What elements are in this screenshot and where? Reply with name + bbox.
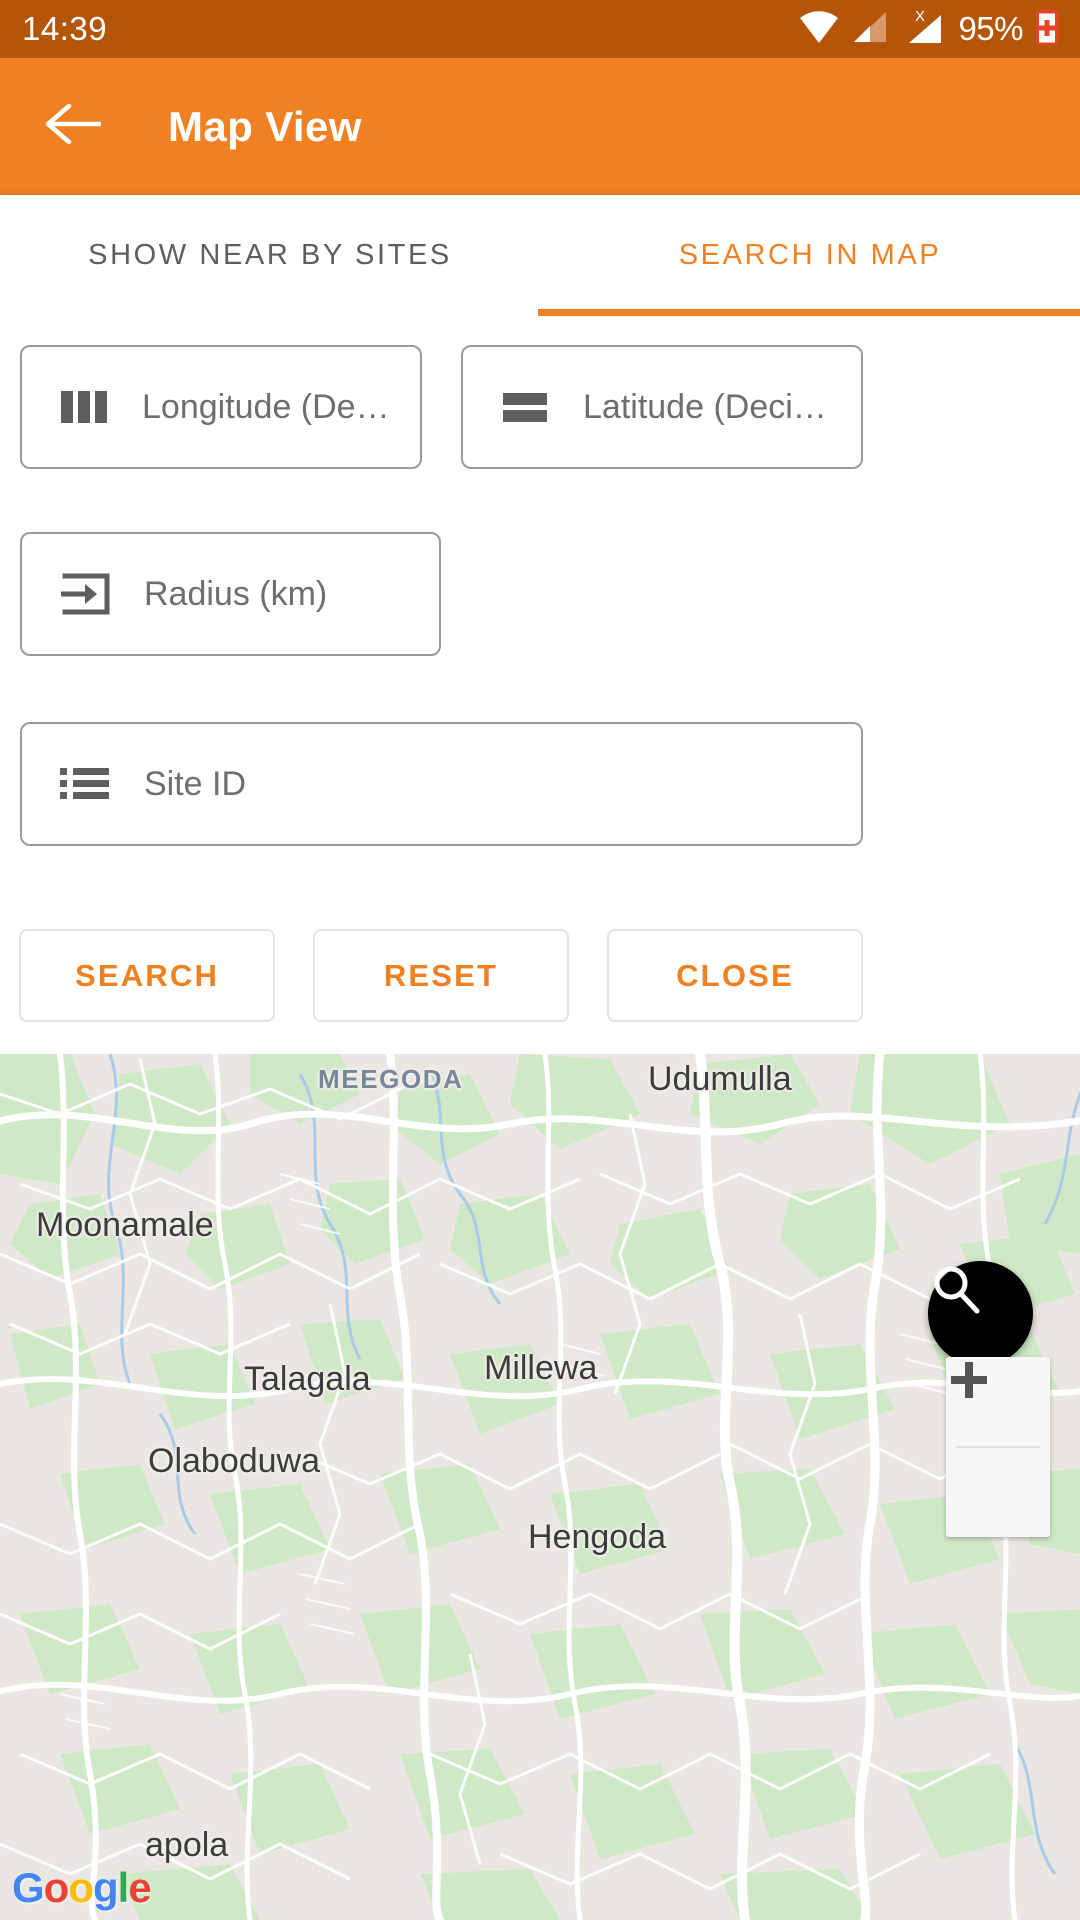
tab-bar: SHOW NEAR BY SITES SEARCH IN MAP bbox=[0, 195, 1080, 316]
battery-percent-label: 95% bbox=[958, 10, 1023, 47]
list-bullet-icon bbox=[59, 764, 111, 804]
reset-button[interactable]: RESET bbox=[313, 929, 569, 1022]
status-bar: 14:39 X 95% bbox=[0, 0, 1080, 58]
longitude-input[interactable]: Longitude (De… bbox=[20, 345, 422, 469]
vertical-bars-icon bbox=[59, 385, 109, 429]
signal-cellular-no-sim-icon: X bbox=[901, 7, 945, 52]
tab-show-near-by-sites[interactable]: SHOW NEAR BY SITES bbox=[0, 195, 540, 316]
radius-placeholder: Radius (km) bbox=[144, 574, 328, 613]
status-bar-clock: 14:39 bbox=[22, 10, 108, 47]
signal-cellular-1-icon bbox=[852, 10, 888, 49]
map-search-fab[interactable] bbox=[928, 1261, 1033, 1366]
input-arrow-icon bbox=[59, 572, 111, 616]
zoom-out-button[interactable] bbox=[946, 1376, 1050, 1537]
action-button-row: SEARCH RESET CLOSE bbox=[0, 929, 1080, 1029]
site-id-input[interactable]: Site ID bbox=[20, 722, 863, 846]
back-button[interactable] bbox=[44, 98, 103, 156]
google-logo: Google bbox=[12, 1864, 152, 1911]
map-tiles bbox=[0, 1054, 1080, 1920]
app-bar: Map View bbox=[0, 58, 1080, 195]
tab-search-in-map[interactable]: SEARCH IN MAP bbox=[538, 195, 1080, 316]
page-title: Map View bbox=[168, 102, 362, 150]
tab-label: SEARCH IN MAP bbox=[678, 239, 942, 271]
map-canvas[interactable]: MEEGODA Udumulla Moonamale Millewa Talag… bbox=[0, 1054, 1080, 1920]
site-id-placeholder: Site ID bbox=[144, 764, 247, 803]
arrow-back-icon bbox=[45, 102, 103, 151]
latitude-placeholder: Latitude (Deci… bbox=[583, 387, 827, 426]
svg-text:X: X bbox=[915, 8, 925, 25]
app-screen: 14:39 X 95% Map View SHOW NEAR BY SITES … bbox=[0, 0, 1080, 1920]
search-form: Longitude (De… Latitude (Deci… Radius (k… bbox=[0, 316, 1080, 1054]
latitude-input[interactable]: Latitude (Deci… bbox=[461, 345, 863, 469]
map-zoom-controls bbox=[946, 1357, 1050, 1537]
close-button[interactable]: CLOSE bbox=[607, 929, 863, 1022]
horizontal-bars-icon bbox=[500, 385, 550, 429]
tab-label: SHOW NEAR BY SITES bbox=[88, 239, 452, 271]
search-button[interactable]: SEARCH bbox=[19, 929, 275, 1022]
status-bar-icons: X 95% bbox=[799, 7, 1058, 52]
wifi-icon bbox=[799, 10, 839, 49]
radius-input[interactable]: Radius (km) bbox=[20, 532, 441, 656]
battery-charging-icon bbox=[1036, 8, 1058, 50]
longitude-placeholder: Longitude (De… bbox=[142, 387, 390, 426]
